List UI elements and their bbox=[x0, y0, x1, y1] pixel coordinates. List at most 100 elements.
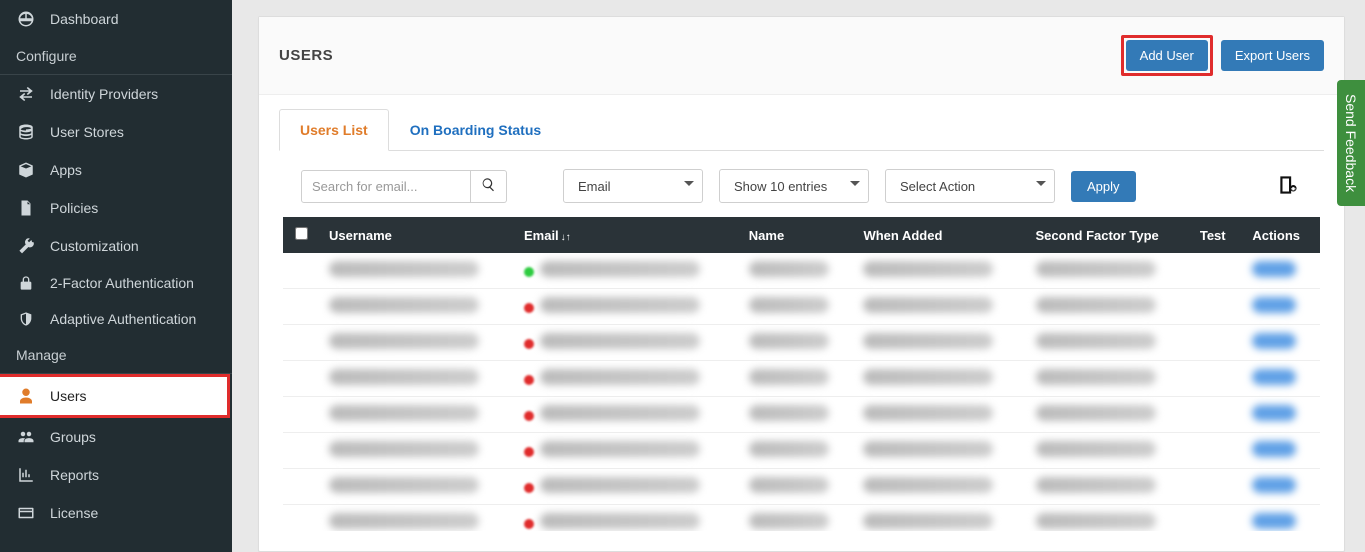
table-row bbox=[283, 325, 1320, 361]
table-row bbox=[283, 397, 1320, 433]
when-added-cell bbox=[863, 333, 993, 349]
row-action-link[interactable] bbox=[1252, 513, 1296, 529]
name-cell bbox=[749, 405, 829, 421]
lock-icon bbox=[16, 275, 36, 291]
row-action-link[interactable] bbox=[1252, 405, 1296, 421]
name-cell bbox=[749, 261, 829, 277]
wrench-icon bbox=[16, 237, 36, 255]
exchange-icon bbox=[16, 85, 36, 103]
dashboard-icon bbox=[16, 10, 36, 28]
sidebar-item-adaptive[interactable]: Adaptive Authentication bbox=[0, 301, 232, 337]
second-factor-cell bbox=[1036, 333, 1156, 349]
second-factor-cell bbox=[1036, 297, 1156, 313]
sidebar-item-identity-providers[interactable]: Identity Providers bbox=[0, 75, 232, 113]
row-action-link[interactable] bbox=[1252, 297, 1296, 313]
col-email[interactable]: Email↓↑ bbox=[514, 217, 739, 253]
sidebar-item-user-stores[interactable]: User Stores bbox=[0, 113, 232, 151]
status-dot-icon bbox=[524, 303, 534, 313]
name-cell bbox=[749, 477, 829, 493]
page-size-select[interactable]: Show 10 entries bbox=[719, 169, 869, 203]
username-cell bbox=[329, 333, 479, 349]
page-title: USERS bbox=[279, 47, 333, 64]
status-dot-icon bbox=[524, 519, 534, 529]
sidebar-item-license[interactable]: License bbox=[0, 494, 232, 532]
row-action-link[interactable] bbox=[1252, 441, 1296, 457]
sidebar-item-users[interactable]: Users bbox=[0, 374, 230, 418]
second-factor-cell bbox=[1036, 513, 1156, 529]
sidebar-item-label: Policies bbox=[50, 200, 98, 216]
select-value: Select Action bbox=[900, 179, 975, 194]
name-cell bbox=[749, 441, 829, 457]
sidebar-item-reports[interactable]: Reports bbox=[0, 456, 232, 494]
username-cell bbox=[329, 261, 479, 277]
username-cell bbox=[329, 441, 479, 457]
sidebar-item-groups[interactable]: Groups bbox=[0, 418, 232, 456]
when-added-cell bbox=[863, 297, 993, 313]
database-icon bbox=[16, 123, 36, 141]
sidebar-item-label: Dashboard bbox=[50, 11, 119, 27]
username-cell bbox=[329, 405, 479, 421]
second-factor-cell bbox=[1036, 441, 1156, 457]
table-row bbox=[283, 433, 1320, 469]
apply-button[interactable]: Apply bbox=[1071, 171, 1136, 202]
name-cell bbox=[749, 369, 829, 385]
sidebar-item-2fa[interactable]: 2-Factor Authentication bbox=[0, 265, 232, 301]
name-cell bbox=[749, 333, 829, 349]
status-dot-icon bbox=[524, 267, 534, 277]
shield-icon bbox=[16, 311, 36, 327]
second-factor-cell bbox=[1036, 369, 1156, 385]
sidebar-item-customization[interactable]: Customization bbox=[0, 227, 232, 265]
tab-users-list[interactable]: Users List bbox=[279, 109, 389, 151]
user-add-icon[interactable] bbox=[1276, 172, 1302, 201]
email-cell bbox=[540, 333, 700, 349]
select-value: Email bbox=[578, 179, 611, 194]
email-cell bbox=[540, 261, 700, 277]
status-dot-icon bbox=[524, 447, 534, 457]
sidebar-item-apps[interactable]: Apps bbox=[0, 151, 232, 189]
toolbar: Email Show 10 entries Select Action Appl… bbox=[279, 151, 1324, 217]
sidebar-item-dashboard[interactable]: Dashboard bbox=[0, 0, 232, 38]
select-all-checkbox[interactable] bbox=[295, 227, 308, 240]
status-dot-icon bbox=[524, 375, 534, 385]
sort-asc-icon: ↓↑ bbox=[561, 232, 571, 243]
when-added-cell bbox=[863, 513, 993, 529]
col-test[interactable]: Test bbox=[1190, 217, 1242, 253]
col-name[interactable]: Name bbox=[739, 217, 854, 253]
when-added-cell bbox=[863, 441, 993, 457]
sidebar-item-label: Apps bbox=[50, 162, 82, 178]
col-when-added[interactable]: When Added bbox=[853, 217, 1025, 253]
row-action-link[interactable] bbox=[1252, 477, 1296, 493]
tabs: Users List On Boarding Status bbox=[279, 109, 1324, 151]
export-users-button[interactable]: Export Users bbox=[1221, 40, 1324, 71]
name-cell bbox=[749, 513, 829, 529]
username-cell bbox=[329, 297, 479, 313]
username-cell bbox=[329, 477, 479, 493]
col-second-factor[interactable]: Second Factor Type bbox=[1026, 217, 1190, 253]
email-cell bbox=[540, 513, 700, 529]
filter-field-select[interactable]: Email bbox=[563, 169, 703, 203]
second-factor-cell bbox=[1036, 477, 1156, 493]
tab-onboarding-status[interactable]: On Boarding Status bbox=[389, 109, 562, 151]
sidebar-item-label: Users bbox=[50, 388, 87, 404]
status-dot-icon bbox=[524, 411, 534, 421]
bulk-action-select[interactable]: Select Action bbox=[885, 169, 1055, 203]
card-icon bbox=[16, 504, 36, 522]
username-cell bbox=[329, 369, 479, 385]
search-input[interactable] bbox=[301, 170, 471, 203]
add-user-button[interactable]: Add User bbox=[1126, 40, 1208, 71]
email-cell bbox=[540, 405, 700, 421]
sidebar-item-policies[interactable]: Policies bbox=[0, 189, 232, 227]
row-action-link[interactable] bbox=[1252, 261, 1296, 277]
search-button[interactable] bbox=[471, 170, 507, 203]
send-feedback-button[interactable]: Send Feedback bbox=[1337, 80, 1365, 206]
row-action-link[interactable] bbox=[1252, 369, 1296, 385]
email-cell bbox=[540, 297, 700, 313]
name-cell bbox=[749, 297, 829, 313]
user-icon bbox=[16, 387, 36, 405]
col-username[interactable]: Username bbox=[319, 217, 514, 253]
table-row bbox=[283, 253, 1320, 289]
status-dot-icon bbox=[524, 339, 534, 349]
row-action-link[interactable] bbox=[1252, 333, 1296, 349]
col-actions[interactable]: Actions bbox=[1242, 217, 1320, 253]
sidebar-item-label: Customization bbox=[50, 238, 139, 254]
